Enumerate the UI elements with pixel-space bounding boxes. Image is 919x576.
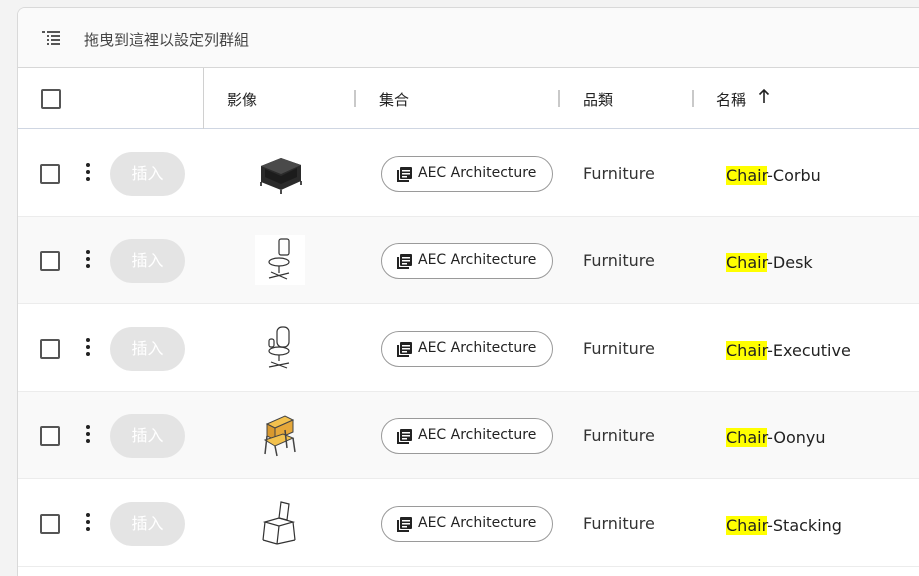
category-cell: Furniture <box>583 164 655 183</box>
collection-chip[interactable]: AEC Architecture <box>381 506 553 542</box>
name-cell: Chair-Corbu <box>726 166 821 185</box>
collection-chip[interactable]: AEC Architecture <box>381 243 553 279</box>
content-browser-grid: 拖曳到這裡以設定列群組 影像 集合 品類 名稱 插入 AEC Architect… <box>17 7 919 576</box>
table-row[interactable]: 插入 AEC Architecture Furniture Chair-Corb… <box>18 130 919 217</box>
search-match-highlight: Chair <box>726 166 768 185</box>
table-row[interactable]: 插入 AEC Architecture Furniture Chair-Stac… <box>18 480 919 567</box>
category-cell: Furniture <box>583 251 655 270</box>
name-cell: Chair-Oonyu <box>726 428 825 447</box>
more-options-icon[interactable] <box>84 163 92 185</box>
search-match-highlight: Chair <box>726 253 768 272</box>
collection-label: AEC Architecture <box>418 340 537 356</box>
search-match-highlight: Chair <box>726 428 768 447</box>
group-rows-icon <box>42 31 60 45</box>
library-icon <box>397 429 412 444</box>
column-header-row: 影像 集合 品類 名稱 <box>18 68 919 129</box>
name-suffix: -Stacking <box>767 516 842 535</box>
collection-label: AEC Architecture <box>418 165 537 181</box>
collection-chip[interactable]: AEC Architecture <box>381 156 553 192</box>
search-match-highlight: Chair <box>726 516 768 535</box>
category-cell: Furniture <box>583 339 655 358</box>
row-checkbox[interactable] <box>40 514 60 534</box>
library-icon <box>397 342 412 357</box>
group-bar-placeholder: 拖曳到這裡以設定列群組 <box>84 31 250 49</box>
column-header-category[interactable]: 品類 <box>583 89 613 110</box>
collection-chip[interactable]: AEC Architecture <box>381 331 553 367</box>
insert-button[interactable]: 插入 <box>110 327 185 371</box>
insert-button[interactable]: 插入 <box>110 502 185 546</box>
column-header-image[interactable]: 影像 <box>227 89 257 110</box>
more-options-icon[interactable] <box>84 425 92 447</box>
search-match-highlight: Chair <box>726 341 768 360</box>
collection-label: AEC Architecture <box>418 252 537 268</box>
collection-chip[interactable]: AEC Architecture <box>381 418 553 454</box>
column-header-name[interactable]: 名稱 <box>716 89 746 110</box>
table-row[interactable]: 插入 AEC Architecture Furniture Chair-Desk <box>18 217 919 304</box>
column-resize-handle[interactable] <box>354 90 356 107</box>
column-resize-handle[interactable] <box>692 90 694 107</box>
column-header-collection[interactable]: 集合 <box>379 89 409 110</box>
row-checkbox[interactable] <box>40 339 60 359</box>
more-options-icon[interactable] <box>84 250 92 272</box>
name-cell: Chair-Stacking <box>726 516 842 535</box>
name-suffix: -Desk <box>767 253 813 272</box>
category-cell: Furniture <box>583 426 655 445</box>
sort-ascending-icon[interactable] <box>758 88 770 104</box>
name-cell: Chair-Desk <box>726 253 813 272</box>
library-icon <box>397 254 412 269</box>
row-checkbox[interactable] <box>40 251 60 271</box>
chair-stacking-thumbnail <box>262 501 296 545</box>
insert-button[interactable]: 插入 <box>110 152 185 196</box>
name-suffix: -Oonyu <box>767 428 826 447</box>
collection-label: AEC Architecture <box>418 515 537 531</box>
row-checkbox[interactable] <box>40 426 60 446</box>
table-row[interactable]: 插入 AEC Architecture Furniture Chair-Exec… <box>18 305 919 392</box>
row-checkbox[interactable] <box>40 164 60 184</box>
insert-button[interactable]: 插入 <box>110 414 185 458</box>
more-options-icon[interactable] <box>84 513 92 535</box>
name-suffix: -Executive <box>767 341 851 360</box>
chair-corbu-thumbnail <box>260 158 302 194</box>
name-cell: Chair-Executive <box>726 341 851 360</box>
chair-oonyu-thumbnail <box>263 415 296 457</box>
chair-executive-thumbnail <box>268 326 290 369</box>
collection-label: AEC Architecture <box>418 427 537 443</box>
select-all-checkbox[interactable] <box>41 89 61 109</box>
column-resize-handle[interactable] <box>558 90 560 107</box>
library-icon <box>397 167 412 182</box>
name-suffix: -Corbu <box>767 166 821 185</box>
row-group-drop-zone[interactable]: 拖曳到這裡以設定列群組 <box>18 8 919 68</box>
chair-desk-thumbnail <box>255 235 305 285</box>
header-divider <box>203 68 204 129</box>
library-icon <box>397 517 412 532</box>
insert-button[interactable]: 插入 <box>110 239 185 283</box>
category-cell: Furniture <box>583 514 655 533</box>
more-options-icon[interactable] <box>84 338 92 360</box>
table-row[interactable]: 插入 AEC Architecture Furniture Chair-Oony… <box>18 392 919 479</box>
